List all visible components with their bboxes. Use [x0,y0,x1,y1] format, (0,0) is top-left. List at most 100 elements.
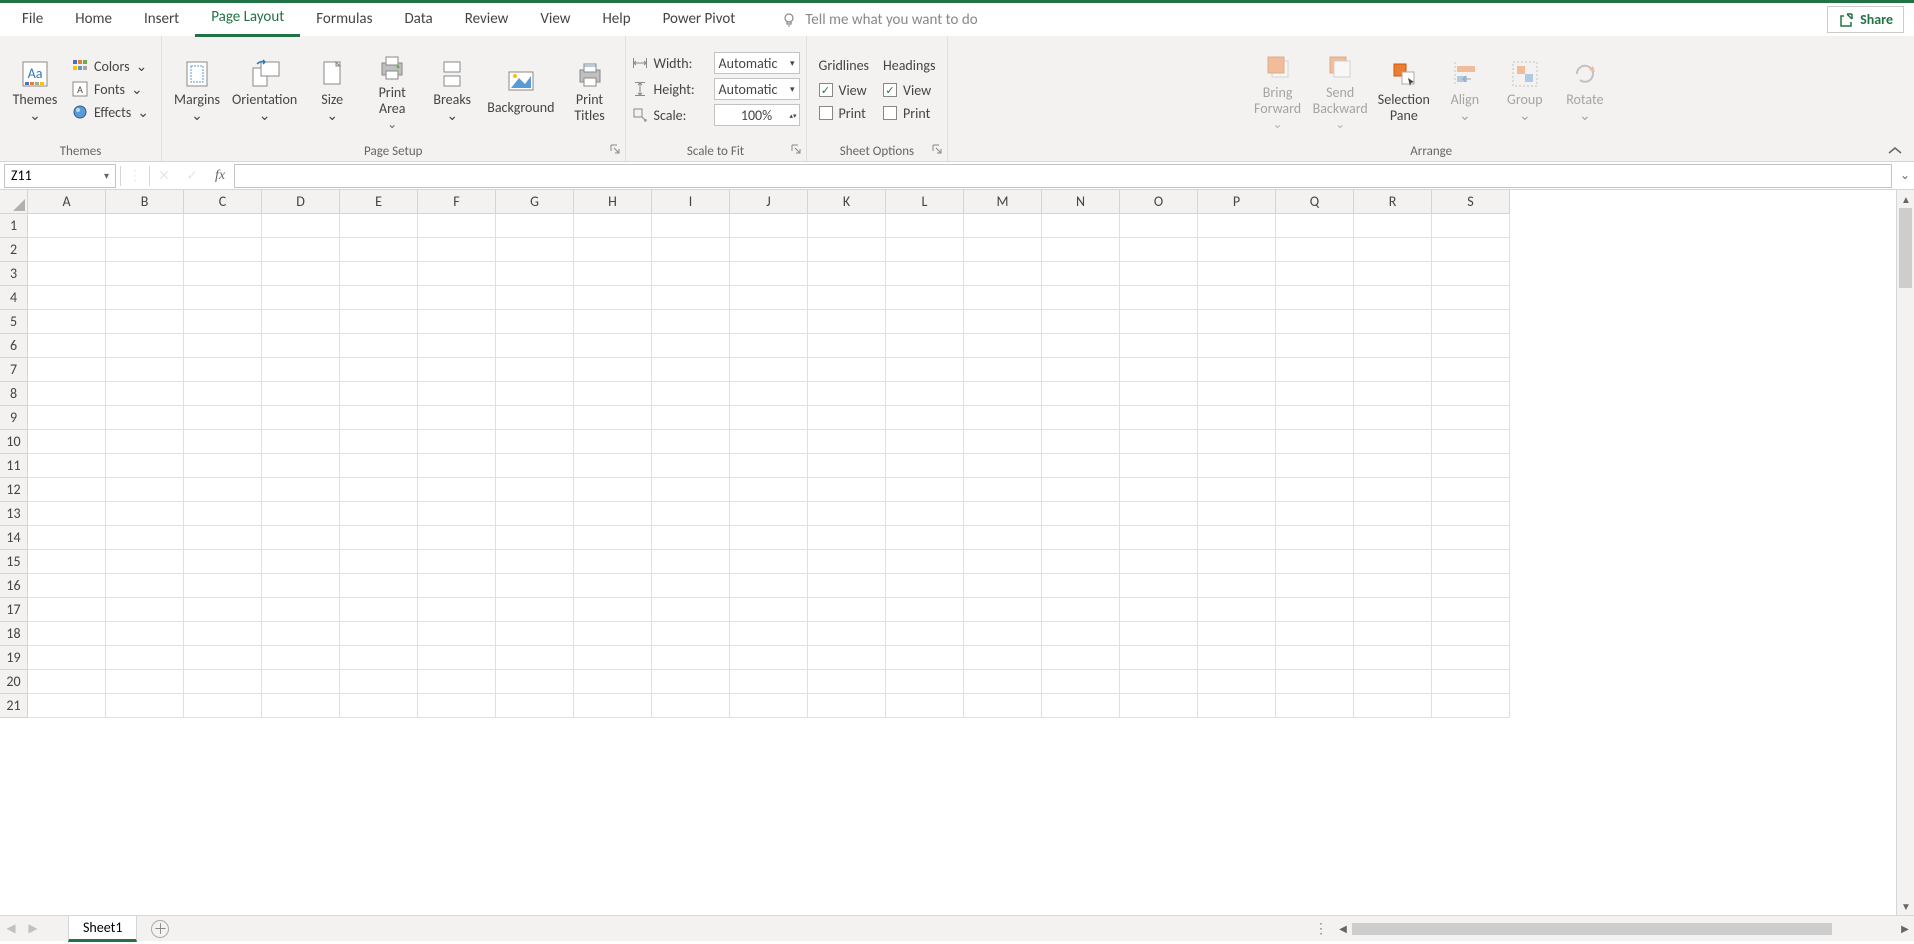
cell[interactable] [1198,670,1276,694]
cell[interactable] [184,526,262,550]
cell[interactable] [1198,406,1276,430]
cell[interactable] [184,238,262,262]
cell[interactable] [418,526,496,550]
column-header[interactable]: S [1432,190,1510,214]
cell[interactable] [1354,646,1432,670]
cell[interactable] [340,694,418,718]
cell[interactable] [808,382,886,406]
cell[interactable] [1432,454,1510,478]
selection-pane-button[interactable]: Selection Pane [1374,54,1434,124]
cell[interactable] [808,550,886,574]
cell[interactable] [262,694,340,718]
row-header[interactable]: 8 [0,382,28,406]
gridlines-view-checkbox[interactable]: View [819,82,867,99]
cell[interactable] [1042,406,1120,430]
cell[interactable] [418,406,496,430]
cell[interactable] [418,334,496,358]
fonts-button[interactable]: A Fonts ⌄ [66,79,149,100]
cell[interactable] [886,622,964,646]
row-header[interactable]: 17 [0,598,28,622]
cell[interactable] [1276,454,1354,478]
cell[interactable] [262,574,340,598]
bring-forward-button[interactable]: Bring Forward⌄ [1249,47,1307,132]
cell[interactable] [730,502,808,526]
cell[interactable] [964,334,1042,358]
cell[interactable] [496,334,574,358]
cell[interactable] [1432,526,1510,550]
cell[interactable] [1120,574,1198,598]
cell[interactable] [1042,214,1120,238]
cell[interactable] [964,574,1042,598]
cell[interactable] [1276,286,1354,310]
cell[interactable] [1276,310,1354,334]
cell[interactable] [28,430,106,454]
column-header[interactable]: F [418,190,496,214]
cell[interactable] [964,238,1042,262]
cell[interactable] [886,262,964,286]
cell[interactable] [730,670,808,694]
cell[interactable] [262,238,340,262]
cell[interactable] [418,214,496,238]
cell[interactable] [106,598,184,622]
cell[interactable] [1276,334,1354,358]
cell[interactable] [106,526,184,550]
cell[interactable] [730,478,808,502]
cell[interactable] [262,526,340,550]
rotate-button[interactable]: Rotate⌄ [1556,54,1614,124]
cell[interactable] [28,526,106,550]
cell[interactable] [1120,430,1198,454]
cell[interactable] [340,310,418,334]
scroll-right-button[interactable]: ▶ [1896,920,1914,938]
cell[interactable] [1198,478,1276,502]
themes-button[interactable]: Aa Themes⌄ [6,54,64,124]
cell[interactable] [496,478,574,502]
cell[interactable] [262,310,340,334]
tab-data[interactable]: Data [388,4,448,36]
cell[interactable] [652,382,730,406]
cell[interactable] [574,334,652,358]
scroll-left-button[interactable]: ◀ [1334,920,1352,938]
row-header[interactable]: 1 [0,214,28,238]
align-button[interactable]: Align⌄ [1436,54,1494,124]
cell[interactable] [652,574,730,598]
tab-insert[interactable]: Insert [128,4,195,36]
cell[interactable] [1354,622,1432,646]
cell[interactable] [184,214,262,238]
cell[interactable] [1042,694,1120,718]
cell[interactable] [730,406,808,430]
column-header[interactable]: B [106,190,184,214]
cell[interactable] [340,214,418,238]
cell[interactable] [964,694,1042,718]
cell[interactable] [184,406,262,430]
cell[interactable] [652,238,730,262]
cell[interactable] [418,694,496,718]
cell[interactable] [1432,646,1510,670]
cell[interactable] [340,502,418,526]
row-header[interactable]: 13 [0,502,28,526]
cell[interactable] [496,262,574,286]
cell[interactable] [106,214,184,238]
row-header[interactable]: 5 [0,310,28,334]
headings-print-checkbox[interactable]: Print [883,105,930,122]
cell[interactable] [262,286,340,310]
cell[interactable] [652,358,730,382]
cell[interactable] [106,454,184,478]
cell[interactable] [652,622,730,646]
cell[interactable] [1198,358,1276,382]
cell[interactable] [262,478,340,502]
cell[interactable] [262,646,340,670]
cell[interactable] [1276,694,1354,718]
cell[interactable] [262,430,340,454]
vertical-scrollbar[interactable]: ▲ ▼ [1896,190,1914,915]
cell[interactable] [496,574,574,598]
cell[interactable] [1198,430,1276,454]
cell[interactable] [808,646,886,670]
cell[interactable] [28,622,106,646]
cell[interactable] [574,406,652,430]
cell[interactable] [1120,694,1198,718]
cell[interactable] [184,694,262,718]
cell[interactable] [1276,670,1354,694]
cell[interactable] [496,358,574,382]
cell[interactable] [418,550,496,574]
cell[interactable] [28,382,106,406]
